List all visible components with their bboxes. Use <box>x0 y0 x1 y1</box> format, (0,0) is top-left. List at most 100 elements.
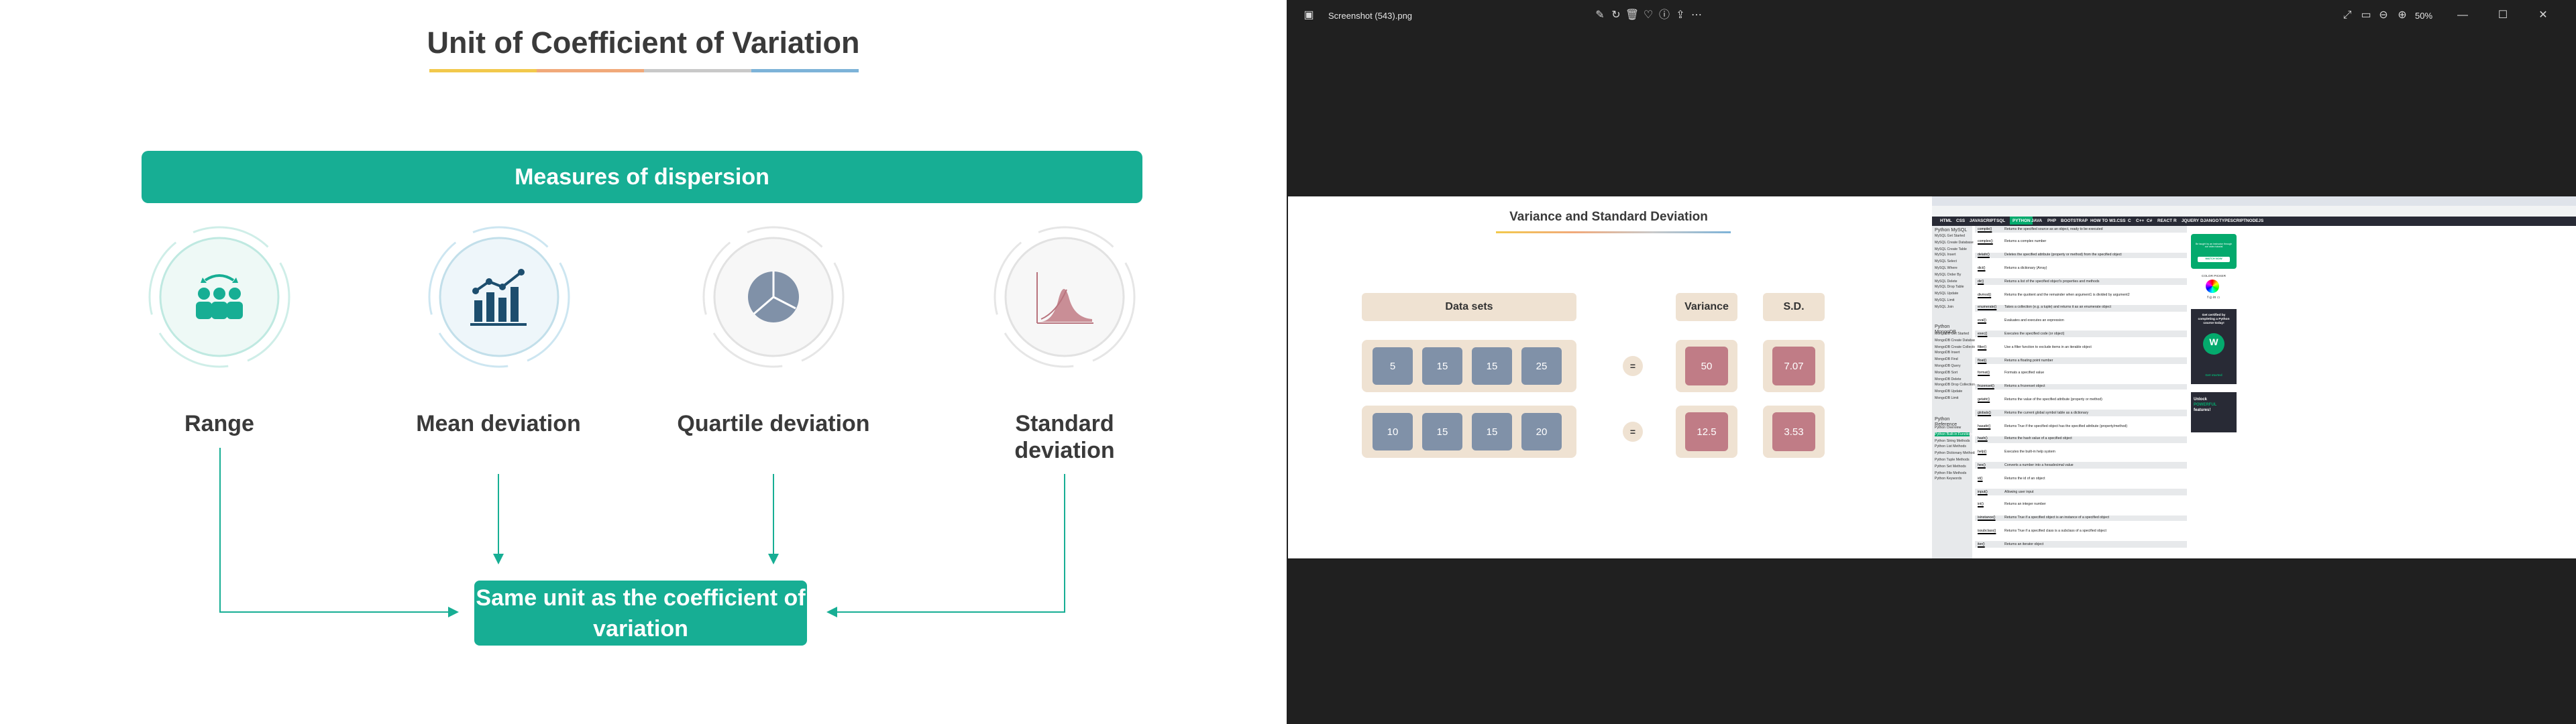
nav-item[interactable]: HOW TO <box>2090 218 2108 223</box>
sidebar-item[interactable]: MongoDB Find <box>1935 357 1958 361</box>
nav-item[interactable]: C <box>2128 218 2131 223</box>
delete-icon[interactable]: 🗑 <box>1625 8 1640 23</box>
video-ad[interactable]: Be taught by an instructor through our v… <box>2191 234 2237 269</box>
sidebar-item[interactable]: MongoDB Limit <box>1935 396 1958 400</box>
data-cell: 15 <box>1472 347 1512 385</box>
sidebar-item[interactable]: Python Overview <box>1935 426 1961 430</box>
nav-item[interactable]: W3.CSS <box>2109 218 2125 223</box>
function-link[interactable]: hash() <box>1978 437 1988 441</box>
sidebar-item[interactable]: MongoDB Get Started <box>1935 332 1969 336</box>
sidebar-item[interactable]: Python List Methods <box>1935 445 1966 449</box>
nav-item[interactable]: REACT <box>2157 218 2172 223</box>
function-link[interactable]: iter() <box>1978 542 1985 546</box>
minimize-icon[interactable]: — <box>2455 8 2470 23</box>
sidebar-item[interactable]: Python Dictionary Methods <box>1935 451 1976 455</box>
sidebar-item[interactable]: Python Keywords <box>1935 477 1962 481</box>
get-started-link[interactable]: Get started <box>2194 373 2234 377</box>
table-row-spacer <box>1975 508 2187 516</box>
sidebar-item[interactable]: MySQL Insert <box>1935 253 1956 257</box>
maximize-icon[interactable]: ☐ <box>2496 8 2510 23</box>
sidebar-item[interactable]: MySQL Order By <box>1935 273 1961 277</box>
color-wheel-icon[interactable] <box>2206 280 2219 293</box>
sidebar-item[interactable]: MySQL Where <box>1935 266 1957 270</box>
fit-icon[interactable]: ▭ <box>2359 8 2373 23</box>
nav-item[interactable]: PHP <box>2047 218 2056 223</box>
sidebar-item[interactable]: MySQL Select <box>1935 259 1957 263</box>
function-link[interactable]: issubclass() <box>1978 529 1996 533</box>
sidebar-item[interactable]: MySQL Join <box>1935 305 1953 309</box>
function-link[interactable]: hasattr() <box>1978 424 1990 428</box>
nav-item[interactable]: DJANGO <box>2200 218 2218 223</box>
function-link[interactable]: exec() <box>1978 332 1987 336</box>
function-link[interactable]: frozenset() <box>1978 384 1994 388</box>
nav-item[interactable]: JAVA <box>2031 218 2042 223</box>
nav-item[interactable]: CSS <box>1956 218 1965 223</box>
watch-now-button[interactable]: WATCH NOW <box>2198 257 2230 262</box>
nav-item[interactable]: HTML <box>1940 218 1952 223</box>
sidebar-item[interactable]: Python Built-in Functions <box>1935 432 1973 436</box>
function-link[interactable]: enumerate() <box>1978 306 1996 310</box>
image-file-icon[interactable]: ▣ <box>1301 8 1316 23</box>
sidebar-item[interactable]: MySQL Create Table <box>1935 247 1967 251</box>
nav-item[interactable]: C++ <box>2136 218 2144 223</box>
function-link[interactable]: eval() <box>1978 318 1986 322</box>
info-icon[interactable]: ⓘ <box>1657 8 1672 23</box>
sidebar-item[interactable]: Python Set Methods <box>1935 465 1966 469</box>
social-icons[interactable]: f ◎ in ▭ <box>2196 296 2231 300</box>
sidebar-item[interactable]: MySQL Drop Table <box>1935 286 1964 290</box>
function-link[interactable]: filter() <box>1978 345 1986 349</box>
sidebar-item[interactable]: MongoDB Create Collection <box>1935 345 1978 349</box>
function-link[interactable]: int() <box>1978 503 1984 507</box>
nav-item[interactable]: NODEJS <box>2246 218 2263 223</box>
nav-item[interactable]: TYPESCRIPT <box>2219 218 2246 223</box>
unlock-ad[interactable]: Unlock POWERFUL features! <box>2191 392 2237 432</box>
sidebar-item[interactable]: MySQL Update <box>1935 292 1958 296</box>
fullscreen-icon[interactable]: ⤢ <box>2340 8 2355 23</box>
function-link[interactable]: compile() <box>1978 227 1992 231</box>
sidebar-item[interactable]: MongoDB Drop Collection <box>1935 383 1975 387</box>
sidebar-item[interactable]: MySQL Create Database <box>1935 241 1974 245</box>
edit-icon[interactable]: ✎ <box>1593 8 1607 23</box>
sidebar-item[interactable]: MongoDB Update <box>1935 389 1962 394</box>
nav-item[interactable]: SQL <box>1996 218 2005 223</box>
sidebar-item[interactable]: Python File Methods <box>1935 471 1966 475</box>
nav-item[interactable]: JAVASCRIPT <box>1970 218 1996 223</box>
function-link[interactable]: delattr() <box>1978 253 1990 257</box>
nav-item[interactable]: JQUERY <box>2182 218 2199 223</box>
sidebar-item[interactable]: MySQL Delete <box>1935 279 1957 283</box>
function-link[interactable]: id() <box>1978 477 1983 481</box>
nav-item[interactable]: BOOTSTRAP <box>2061 218 2088 223</box>
function-link[interactable]: isinstance() <box>1978 516 1996 520</box>
function-link[interactable]: globals() <box>1978 411 1991 415</box>
sidebar-item[interactable]: MySQL Limit <box>1935 298 1955 302</box>
nav-item[interactable]: C# <box>2147 218 2152 223</box>
function-link[interactable]: format() <box>1978 371 1990 375</box>
nav-item[interactable]: R <box>2174 218 2177 223</box>
close-icon[interactable]: ✕ <box>2536 8 2551 23</box>
function-link[interactable]: dict() <box>1978 266 1986 270</box>
sidebar-item[interactable]: Python String Methods <box>1935 438 1970 442</box>
share-icon[interactable]: ⇪ <box>1673 8 1688 23</box>
favorite-icon[interactable]: ♡ <box>1641 8 1656 23</box>
more-icon[interactable]: ⋯ <box>1689 8 1704 23</box>
function-link[interactable]: input() <box>1978 489 1988 493</box>
nav-item-active[interactable]: PYTHON <box>2010 217 2033 225</box>
sidebar-item[interactable]: MongoDB Query <box>1935 364 1961 368</box>
function-link[interactable]: hex() <box>1978 463 1986 467</box>
function-link[interactable]: getattr() <box>1978 398 1990 402</box>
rotate-icon[interactable]: ↻ <box>1609 8 1623 23</box>
function-link[interactable]: divmod() <box>1978 292 1991 296</box>
function-link[interactable]: complex() <box>1978 240 1993 244</box>
sidebar-item[interactable]: MongoDB Delete <box>1935 377 1962 381</box>
zoom-out-icon[interactable]: ⊖ <box>2376 8 2391 23</box>
sidebar-item[interactable]: Python Tuple Methods <box>1935 458 1970 462</box>
function-link[interactable]: help() <box>1978 450 1986 454</box>
function-link[interactable]: dir() <box>1978 280 1984 284</box>
sidebar-item[interactable]: MongoDB Create Database <box>1935 339 1978 343</box>
sidebar-item[interactable]: MongoDB Sort <box>1935 371 1957 375</box>
certification-ad[interactable]: Get certified by completing a Python cou… <box>2191 309 2237 384</box>
function-link[interactable]: float() <box>1978 358 1986 362</box>
sidebar-item[interactable]: MySQL Get Started <box>1935 234 1965 238</box>
sidebar-item[interactable]: MongoDB Insert <box>1935 351 1960 355</box>
zoom-in-icon[interactable]: ⊕ <box>2395 8 2410 23</box>
